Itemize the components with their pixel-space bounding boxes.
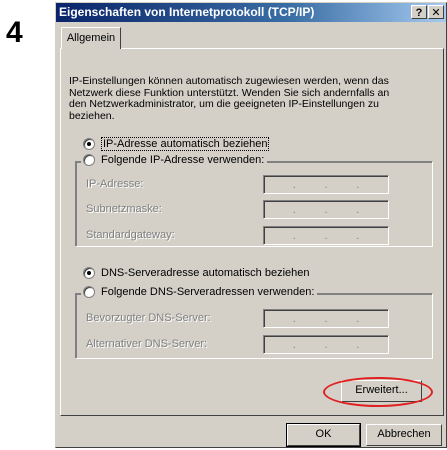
default-gateway-field[interactable]: ... — [263, 226, 389, 245]
ip-manual-radio[interactable]: Folgende IP-Adresse verwenden: — [81, 154, 268, 166]
ip-auto-label: IP-Adresse automatisch beziehen — [101, 137, 270, 151]
radio-unselected-icon — [83, 154, 95, 166]
highlight-annotation — [323, 377, 433, 407]
dns-auto-label: DNS-Serveradresse automatisch beziehen — [101, 267, 310, 279]
close-button[interactable]: ✕ — [428, 5, 444, 19]
ip-address-label: IP-Adresse: — [86, 178, 144, 190]
tab-allgemein-label: Allgemein — [66, 32, 116, 44]
ok-button[interactable]: OK — [286, 423, 361, 447]
radio-selected-icon — [83, 138, 95, 150]
dns-manual-radio[interactable]: Folgende DNS-Serveradressen verwenden: — [81, 286, 318, 298]
intro-text: IP-Einstellungen können automatisch zuge… — [69, 75, 390, 122]
tcpip-properties-dialog: Eigenschaften von Internetprotokoll (TCP… — [55, 2, 447, 448]
title-bar[interactable]: Eigenschaften von Internetprotokoll (TCP… — [56, 3, 446, 22]
cancel-button[interactable]: Abbrechen — [366, 424, 442, 446]
subnet-mask-field[interactable]: ... — [263, 200, 389, 219]
radio-unselected-icon — [83, 286, 95, 298]
radio-selected-icon — [83, 267, 95, 279]
ip-manual-label: Folgende IP-Adresse verwenden: — [101, 154, 265, 166]
preferred-dns-field[interactable]: ... — [263, 309, 389, 328]
tab-panel-allgemein: IP-Einstellungen können automatisch zuge… — [60, 48, 444, 416]
window-title: Eigenschaften von Internetprotokoll (TCP… — [59, 5, 315, 19]
alternate-dns-field[interactable]: ... — [263, 335, 389, 354]
help-button[interactable]: ? — [411, 5, 427, 19]
dns-manual-label: Folgende DNS-Serveradressen verwenden: — [101, 286, 315, 298]
ip-address-field[interactable]: ... — [263, 175, 389, 194]
dns-auto-radio[interactable]: DNS-Serveradresse automatisch beziehen — [83, 267, 310, 279]
default-gateway-label: Standardgateway: — [86, 229, 175, 241]
ip-auto-radio[interactable]: IP-Adresse automatisch beziehen — [83, 137, 270, 151]
preferred-dns-label: Bevorzugter DNS-Server: — [86, 312, 211, 324]
subnet-mask-label: Subnetzmaske: — [86, 203, 162, 215]
alternate-dns-label: Alternativer DNS-Server: — [86, 338, 208, 350]
step-number: 4 — [6, 16, 23, 49]
tab-allgemein[interactable]: Allgemein — [61, 27, 121, 49]
